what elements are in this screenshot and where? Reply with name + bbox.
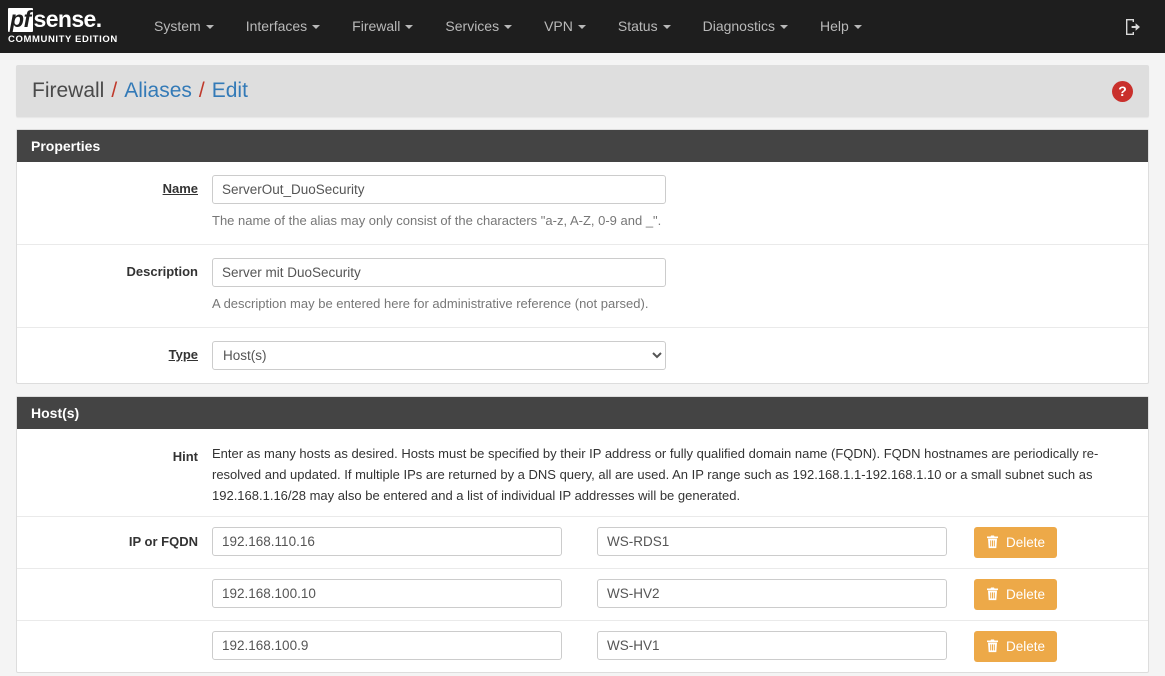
description-label: Description — [126, 263, 198, 279]
table-row: IP or FQDN Delete — [17, 517, 1148, 569]
chevron-down-icon — [779, 25, 788, 30]
description-help-text: A description may be entered here for ad… — [212, 295, 649, 311]
breadcrumb-separator: / — [111, 79, 118, 102]
brand-subtitle: COMMUNITY EDITION — [8, 34, 118, 46]
help-icon[interactable]: ? — [1112, 80, 1133, 102]
nav-menu: System Interfaces Firewall Services VPN … — [138, 0, 878, 53]
hint-control: Enter as many hosts as desired. Hosts mu… — [212, 443, 1148, 506]
trash-icon — [986, 535, 999, 549]
nav-label-firewall: Firewall — [352, 18, 401, 34]
chevron-down-icon — [405, 25, 414, 30]
properties-panel-title: Properties — [17, 130, 1148, 162]
nav-label-help: Help — [819, 18, 849, 34]
nav-label-status: Status — [617, 18, 658, 34]
form-row-type: Type Host(s) — [17, 328, 1148, 383]
name-help-text: The name of the alias may only consist o… — [212, 213, 662, 228]
brand-title: pf sense. — [8, 6, 120, 33]
delete-host-label: Delete — [1006, 534, 1046, 550]
table-row: Delete — [17, 569, 1148, 621]
chevron-down-icon — [853, 25, 862, 30]
nav-label-services: Services — [445, 18, 500, 34]
type-label: Type — [168, 346, 198, 362]
form-row-description: Description A description may be entered… — [17, 245, 1148, 328]
pfsense-logo[interactable]: pf sense. COMMUNITY EDITION — [8, 8, 120, 45]
nav-item-services[interactable]: Services — [429, 0, 528, 53]
breadcrumb: Firewall / Aliases / Edit ? — [16, 65, 1149, 117]
type-control: Host(s) — [212, 340, 1148, 370]
host-ip-input[interactable] — [212, 578, 562, 608]
hint-label: Hint — [172, 448, 198, 464]
trash-icon — [986, 587, 999, 601]
breadcrumb-item-edit[interactable]: Edit — [212, 79, 248, 103]
trash-icon — [986, 639, 999, 653]
chevron-down-icon — [662, 25, 671, 30]
hint-text: Enter as many hosts as desired. Hosts mu… — [212, 445, 1099, 503]
chevron-down-icon — [205, 25, 214, 30]
brand-sense-mark: sense. — [33, 6, 103, 33]
delete-host-label: Delete — [1006, 586, 1046, 602]
host-ip-input[interactable] — [212, 630, 562, 660]
properties-panel-body: Name The name of the alias may only cons… — [17, 162, 1148, 383]
delete-host-button[interactable]: Delete — [974, 630, 1058, 662]
nav-label-interfaces: Interfaces — [245, 18, 308, 34]
host-ip-input[interactable] — [212, 526, 562, 556]
nav-item-diagnostics[interactable]: Diagnostics — [687, 0, 804, 53]
breadcrumb-wrapper: Firewall / Aliases / Edit ? — [0, 53, 1165, 117]
row-spacer — [17, 579, 212, 585]
host-description-input[interactable] — [597, 630, 947, 660]
form-row-name: Name The name of the alias may only cons… — [17, 162, 1148, 245]
delete-host-button[interactable]: Delete — [974, 578, 1058, 610]
description-control: A description may be entered here for ad… — [212, 257, 1148, 314]
properties-panel: Properties Name The name of the alias ma… — [16, 129, 1149, 384]
nav-label-diagnostics: Diagnostics — [702, 18, 775, 34]
top-navbar: pf sense. COMMUNITY EDITION System Interf… — [0, 0, 1165, 53]
delete-host-button[interactable]: Delete — [974, 526, 1058, 558]
chevron-down-icon — [577, 25, 586, 30]
breadcrumb-item-firewall: Firewall — [32, 79, 105, 102]
nav-item-help[interactable]: Help — [804, 0, 878, 53]
host-description-input[interactable] — [597, 578, 947, 608]
nav-item-status[interactable]: Status — [602, 0, 687, 53]
nav-label-system: System — [154, 18, 201, 34]
host-rows: IP or FQDN Delete Delet — [17, 517, 1148, 672]
breadcrumb-separator: / — [198, 79, 205, 102]
chevron-down-icon — [504, 25, 513, 30]
chevron-down-icon — [312, 25, 321, 30]
nav-item-vpn[interactable]: VPN — [528, 0, 602, 53]
hosts-panel-title: Host(s) — [17, 396, 1148, 429]
row-spacer — [17, 631, 212, 637]
description-input[interactable] — [212, 257, 666, 287]
nav-item-interfaces[interactable]: Interfaces — [230, 0, 336, 53]
name-label: Name — [162, 181, 198, 196]
form-row-hint: Hint Enter as many hosts as desired. Hos… — [17, 429, 1148, 517]
hosts-panel: Host(s) Hint Enter as many hosts as desi… — [16, 395, 1149, 673]
delete-host-label: Delete — [1006, 638, 1046, 654]
breadcrumb-item-aliases[interactable]: Aliases — [124, 79, 192, 103]
name-input[interactable] — [212, 175, 666, 204]
nav-label-vpn: VPN — [544, 18, 573, 34]
host-description-input[interactable] — [597, 526, 947, 556]
nav-item-system[interactable]: System — [138, 0, 230, 53]
type-select[interactable]: Host(s) — [212, 340, 666, 370]
table-row: Delete — [17, 621, 1148, 672]
name-control: The name of the alias may only consist o… — [212, 175, 1148, 231]
logout-icon — [1123, 17, 1143, 37]
brand-pf-mark: pf — [8, 6, 33, 33]
nav-item-firewall[interactable]: Firewall — [336, 0, 429, 53]
hosts-panel-body: Hint Enter as many hosts as desired. Hos… — [17, 429, 1148, 672]
logout-button[interactable] — [1123, 17, 1151, 37]
ip-or-fqdn-label: IP or FQDN — [128, 533, 198, 549]
